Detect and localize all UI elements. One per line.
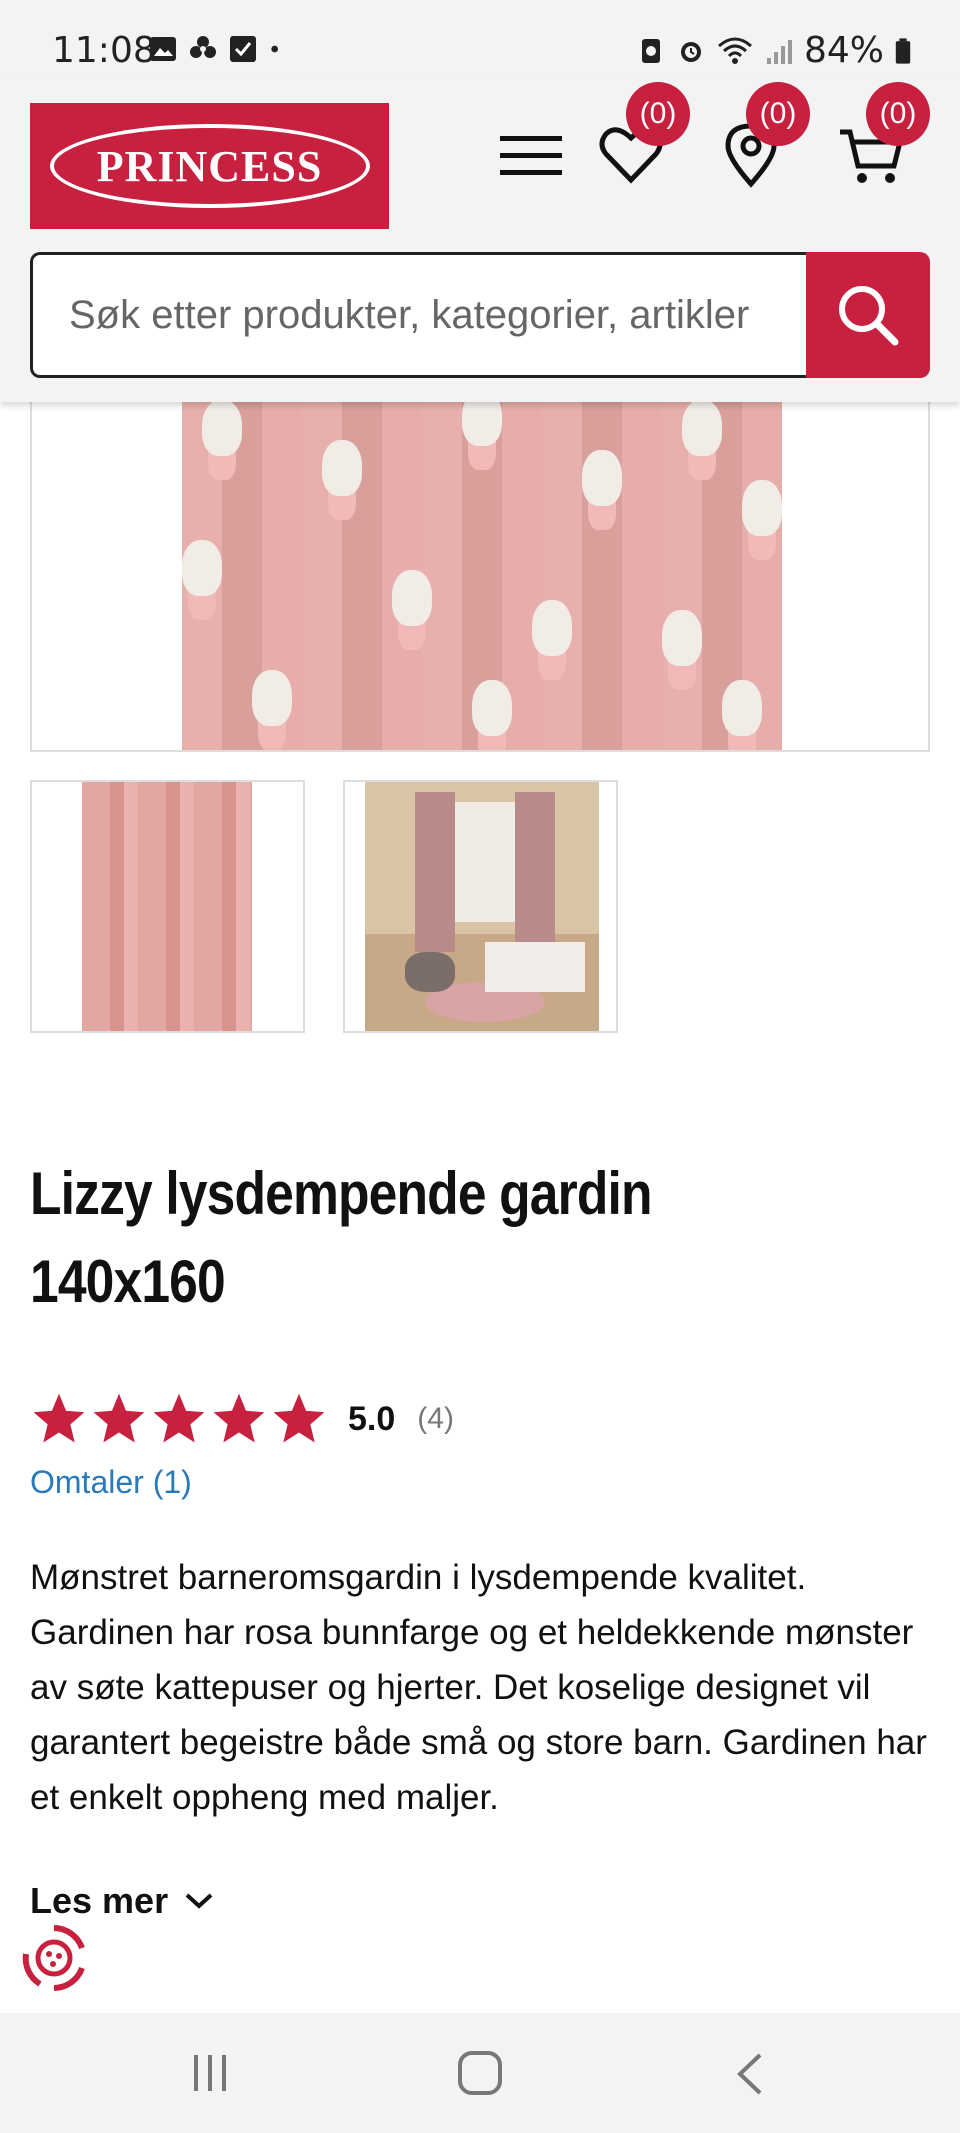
cat-pattern: [252, 670, 292, 726]
rating-value: 5.0: [348, 1399, 396, 1438]
cart-button[interactable]: (0): [836, 82, 930, 190]
cat-pattern: [182, 540, 222, 596]
android-navigation-bar: [0, 2013, 960, 2133]
princess-logo[interactable]: PRINCESS: [30, 103, 389, 229]
dot-notification-icon: [271, 45, 278, 53]
wishlist-count-badge: (0): [626, 82, 690, 146]
data-saver-icon: [641, 38, 660, 63]
cat-pattern: [682, 400, 722, 456]
product-thumbnails: [30, 780, 618, 1033]
signal-icon: [766, 39, 792, 64]
cat-pattern: [202, 400, 242, 456]
cat-pattern: [472, 680, 512, 736]
alarm-icon: [680, 41, 701, 62]
logo-oval: PRINCESS: [49, 124, 370, 208]
curtain-photo: [182, 380, 782, 750]
battery-icon: [895, 37, 911, 64]
back-icon[interactable]: [730, 2051, 770, 2097]
chevron-down-icon: [185, 1893, 213, 1909]
hamburger-menu-icon: [500, 136, 562, 175]
home-button-icon[interactable]: [458, 2051, 502, 2095]
star-icon: [213, 1393, 265, 1443]
rating-count: (4): [417, 1402, 454, 1435]
thumbnail-curtain-image: [82, 782, 252, 1031]
search-button[interactable]: [806, 252, 930, 378]
search-input[interactable]: [30, 252, 810, 378]
cart-count-badge: (0): [866, 82, 930, 146]
product-description: Mønstret barneromsgardin i lysdempende k…: [30, 1558, 927, 1817]
read-more-label: Les mer: [30, 1880, 169, 1921]
status-time: 11:08: [52, 30, 156, 71]
product-main-image[interactable]: [30, 380, 930, 752]
store-locator-button[interactable]: (0): [716, 82, 810, 190]
image-notification-icon: [150, 37, 176, 61]
cat-pattern: [392, 570, 432, 626]
status-system-icons: 84%: [636, 30, 912, 71]
thumbnail-room[interactable]: [343, 780, 618, 1033]
star-icon: [93, 1393, 145, 1443]
rating-row[interactable]: 5.0 (4): [30, 1390, 454, 1448]
star-icon: [33, 1393, 85, 1443]
product-title: Lizzy lysdempende gardin 140x160: [30, 1160, 653, 1315]
thumbnail-curtain[interactable]: [30, 780, 305, 1033]
reviews-link[interactable]: Omtaler (1): [30, 1464, 192, 1501]
cat-pattern: [742, 480, 782, 536]
room-curtain-right: [515, 792, 555, 952]
search-icon: [839, 286, 899, 346]
rating-stars: [30, 1390, 328, 1448]
wifi-icon: [717, 37, 752, 64]
cat-pattern: [532, 600, 572, 656]
recent-apps-icon[interactable]: [190, 2053, 230, 2093]
cat-pattern: [582, 450, 622, 506]
cat-pattern: [722, 680, 762, 736]
room-curtain-left: [415, 792, 455, 952]
cookie-settings-button[interactable]: [16, 1920, 92, 1996]
battery-percentage: 84%: [803, 30, 884, 71]
star-icon: [153, 1393, 205, 1443]
checkbox-notification-icon: [230, 36, 256, 62]
menu-button[interactable]: [496, 120, 566, 190]
stores-count-badge: (0): [746, 82, 810, 146]
logo-text: PRINCESS: [96, 141, 323, 191]
star-icon: [273, 1393, 325, 1443]
thumbnail-room-image: [365, 782, 599, 1031]
pinwheel-notification-icon: [190, 36, 216, 58]
wishlist-button[interactable]: (0): [596, 82, 690, 190]
site-header: PRINCESS (0) (0) (0): [0, 80, 960, 402]
cookie-settings-icon: [22, 1925, 85, 1991]
room-window: [445, 802, 525, 922]
room-toy-horse: [405, 952, 455, 992]
read-more-button[interactable]: Les mer: [30, 1880, 214, 1922]
room-bed: [485, 942, 585, 992]
search-bar: [30, 252, 930, 378]
cat-pattern: [662, 610, 702, 666]
status-notification-icons: [148, 34, 288, 64]
cat-pattern: [322, 440, 362, 496]
